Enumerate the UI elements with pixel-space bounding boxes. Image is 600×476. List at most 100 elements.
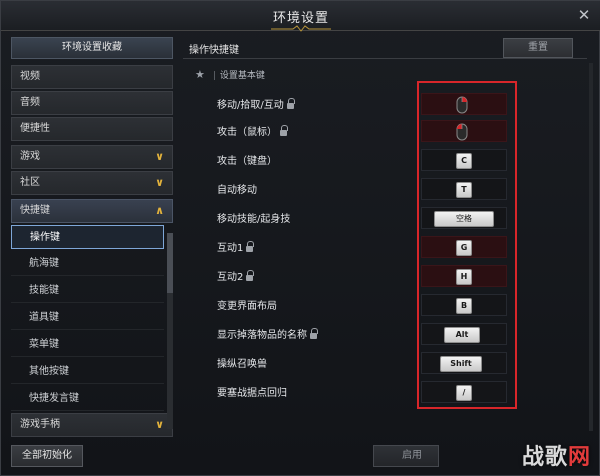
keycap[interactable]: / [456,385,472,401]
favorites-button[interactable]: 环境设置收藏 [11,37,173,59]
settings-window: 环境设置 ✕ 环境设置收藏 视频 音频 便捷性 游戏 ∨ 社区 ∨ 快捷键 ∧ … [0,0,600,476]
title-bar: 环境设置 ✕ [1,1,600,32]
chevron-down-icon: ∨ [155,418,164,431]
sidebar-subitem-menu-keys[interactable]: 菜单键 [11,333,164,357]
keybind-label-text: 攻击（鼠标） [217,127,277,138]
sidebar-subitem-skill-keys[interactable]: 技能键 [11,279,164,303]
keybind-slot[interactable] [421,120,507,142]
sidebar-item-label: 快捷键 [20,205,50,216]
keybind-slot[interactable]: Shift [421,352,507,374]
section-title: 设置基本键 [219,71,265,81]
keybind-row: 自动移动 T [183,176,587,202]
title-ornament-icon [271,25,331,32]
keybind-row: 攻击（键盘） C [183,147,587,173]
sidebar-subitem-sailing-keys[interactable]: 航海键 [11,252,164,276]
sidebar-subitem-chat-keys[interactable]: 快捷发言键 [11,387,164,411]
keybind-slot[interactable]: C [421,149,507,171]
keybind-slot[interactable]: B [421,294,507,316]
keybind-label: 移动技能/起身技 [217,214,291,225]
keybind-label: 互动1 [217,239,255,254]
sidebar-scrollbar[interactable] [167,233,173,429]
keybind-slot[interactable]: / [421,381,507,403]
keybind-label-text: 显示掉落物品的名称 [217,330,307,341]
lock-icon [310,328,318,339]
keybind-slot[interactable]: T [421,178,507,200]
section-header: ★ | 设置基本键 [195,68,265,81]
apply-button[interactable]: 启用 [373,445,439,467]
keycap[interactable]: Shift [440,356,482,372]
sidebar-item-convenience[interactable]: 便捷性 [11,117,173,141]
keycap[interactable]: C [456,153,472,169]
star-icon[interactable]: ★ [195,68,205,81]
keybind-slot[interactable]: H [421,265,507,287]
sidebar-item-hotkeys[interactable]: 快捷键 ∧ [11,199,173,223]
watermark-accent: 网 [567,445,591,470]
keycap[interactable]: G [456,240,472,256]
keybind-slot[interactable]: G [421,236,507,258]
divider: | [212,71,216,81]
keybind-slot[interactable]: Alt [421,323,507,345]
window-title: 环境设置 [272,11,329,26]
keybind-row: 变更界面布局 B [183,292,587,318]
mouse-left-icon[interactable] [456,123,468,141]
sidebar-item-label: 游戏手柄 [20,419,60,430]
keycap[interactable]: T [456,182,472,198]
keybind-row: 要塞战据点回归 / [183,379,587,405]
keycap[interactable]: 空格 [434,211,494,227]
keybind-label: 攻击（鼠标） [217,123,288,138]
sidebar-item-label: 便捷性 [20,123,50,134]
keybind-label: 互动2 [217,268,255,283]
close-icon[interactable]: ✕ [575,6,593,24]
keybind-row: 移动/拾取/互动 [183,91,587,117]
sidebar-item-game[interactable]: 游戏 ∨ [11,145,173,169]
keybind-label: 变更界面布局 [217,301,277,312]
keybind-row: 互动2 H [183,263,587,289]
chevron-down-icon: ∨ [155,150,164,163]
sidebar-item-label: 游戏 [20,151,40,162]
lock-icon [246,270,255,281]
keybind-label-text: 互动2 [217,272,244,283]
keybind-row: 显示掉落物品的名称 Alt [183,321,587,347]
sidebar-subitem-action-keys[interactable]: 操作键 [11,225,164,249]
lock-icon [286,98,295,109]
sidebar-subitem-item-keys[interactable]: 道具键 [11,306,164,330]
main-scrollbar[interactable] [589,63,593,431]
sidebar: 环境设置收藏 视频 音频 便捷性 游戏 ∨ 社区 ∨ 快捷键 ∧ 操作键 航海键… [9,37,179,437]
keybind-slot[interactable]: 空格 [421,207,507,229]
reset-button[interactable]: 重置 [503,38,573,58]
sidebar-scroll-thumb[interactable] [167,233,173,293]
keybind-row: 互动1 G [183,234,587,260]
sidebar-item-label: 音频 [20,97,40,108]
main-header: 操作快捷键 重置 [183,37,587,59]
keybind-row: 移动技能/起身技 空格 [183,205,587,231]
keybind-label: 要塞战据点回归 [217,388,287,399]
sidebar-item-label: 社区 [20,177,40,188]
sidebar-item-audio[interactable]: 音频 [11,91,173,115]
keybind-label: 操纵召唤兽 [217,359,267,370]
sidebar-item-label: 视频 [20,71,40,82]
keybind-row: 操纵召唤兽 Shift [183,350,587,376]
chevron-up-icon: ∧ [155,204,164,217]
keybind-row: 攻击（鼠标） [183,118,587,144]
keycap[interactable]: H [456,269,472,285]
lock-icon [246,241,255,252]
keybind-label-text: 移动/拾取/互动 [217,100,284,111]
sidebar-subitem-other-keys[interactable]: 其他按键 [11,360,164,384]
keybind-label: 显示掉落物品的名称 [217,326,318,341]
keycap[interactable]: Alt [444,327,480,343]
sidebar-item-gamepad[interactable]: 游戏手柄 ∨ [11,413,173,437]
mouse-right-icon[interactable] [456,96,468,114]
watermark-text: 战歌 [521,445,568,470]
sidebar-item-video[interactable]: 视频 [11,65,173,89]
main-panel: 操作快捷键 重置 ★ | 设置基本键 移动/拾取/互动 攻击（鼠标） 攻击（键盘… [183,37,593,437]
keybind-slot[interactable] [421,93,507,115]
keybind-label: 攻击（键盘） [217,156,277,167]
reset-all-button[interactable]: 全部初始化 [11,445,83,467]
watermark-logo: 战歌网 [522,439,591,471]
keycap[interactable]: B [456,298,472,314]
chevron-down-icon: ∨ [155,176,164,189]
lock-icon [280,125,288,136]
keybind-label: 移动/拾取/互动 [217,96,295,111]
sidebar-item-community[interactable]: 社区 ∨ [11,171,173,195]
keybind-label: 自动移动 [217,185,257,196]
